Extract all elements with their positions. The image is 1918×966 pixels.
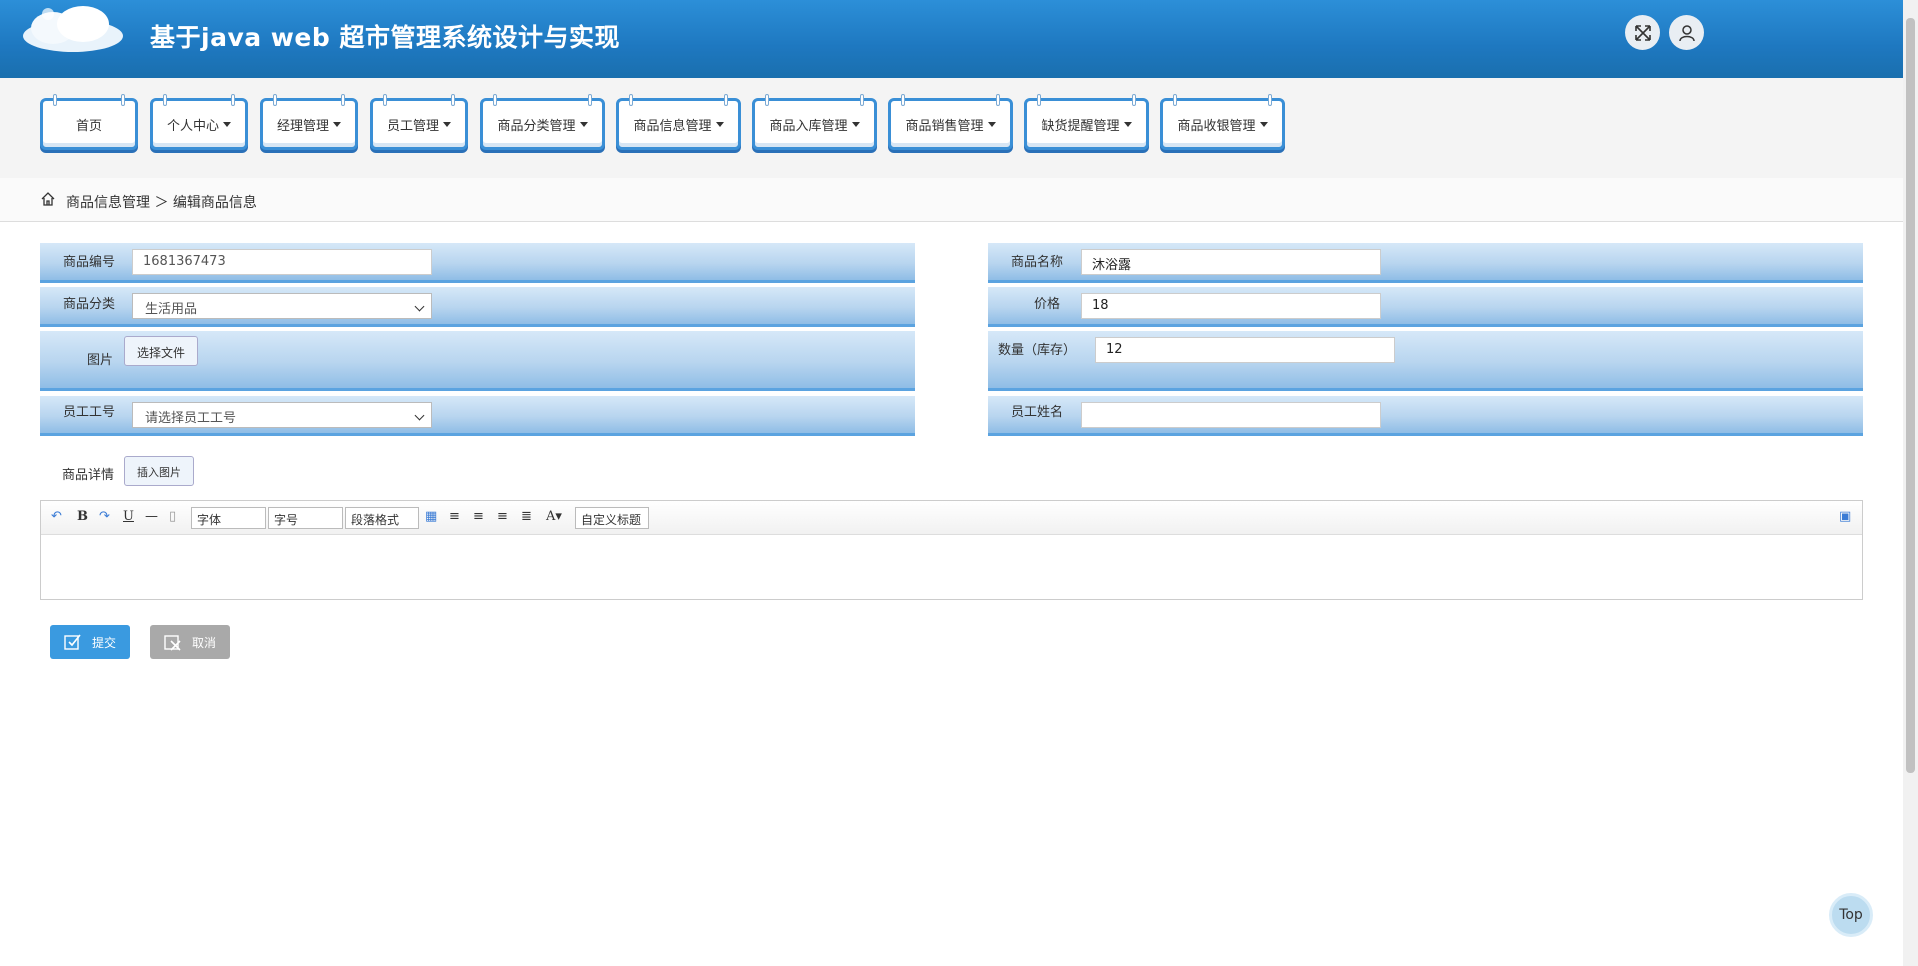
nav-item-sales[interactable]: 商品销售管理: [888, 94, 1013, 150]
main-nav: 首页 个人中心 经理管理 员工管理 商品分类管理 商品信息管理 商品入库管理 商…: [0, 78, 1903, 178]
price-input[interactable]: 18: [1081, 293, 1381, 319]
cloud-logo-icon: [23, 6, 123, 52]
editor-toolbar: ↶ B ↷ U — ▯ 字体 字号 段落格式 ▦ ≡ ≡ ≡ ≣ A▾ 自定义标…: [41, 501, 1862, 535]
nav-item-shortage[interactable]: 缺货提醒管理: [1024, 94, 1149, 150]
align-center-icon[interactable]: ≡: [497, 509, 508, 524]
category-select[interactable]: 生活用品: [132, 293, 432, 319]
nav-item-profile[interactable]: 个人中心: [150, 94, 248, 150]
form-row-staffname: 员工姓名: [988, 396, 1863, 436]
form-row-staffno: 员工工号 请选择员工工号: [40, 396, 915, 436]
align-left-icon[interactable]: ≡: [449, 509, 460, 524]
cancel-button[interactable]: 取消: [150, 625, 230, 659]
code-label: 商品编号: [63, 255, 116, 270]
user-button[interactable]: [1669, 15, 1704, 50]
size-select[interactable]: 字号: [268, 507, 343, 529]
app-title: 基于java web 超市管理系统设计与实现: [150, 23, 620, 52]
close-square-icon: [164, 635, 181, 651]
staffno-select[interactable]: 请选择员工工号: [132, 402, 432, 428]
page-icon[interactable]: ▯: [169, 509, 176, 524]
staffno-label: 员工工号: [63, 405, 116, 420]
justify-icon[interactable]: ≣: [521, 509, 532, 524]
table-icon[interactable]: ▦: [425, 509, 437, 524]
horizontal-rule-icon[interactable]: —: [145, 509, 158, 524]
rich-text-editor: ↶ B ↷ U — ▯ 字体 字号 段落格式 ▦ ≡ ≡ ≡ ≣ A▾ 自定义标…: [40, 500, 1863, 600]
custom-title-select[interactable]: 自定义标题: [575, 507, 649, 529]
caret-down-icon: [1123, 121, 1132, 127]
caret-down-icon: [1259, 121, 1268, 127]
breadcrumb-text: 商品信息管理 ＞ 编辑商品信息: [66, 195, 257, 211]
nav-item-goods[interactable]: 商品信息管理: [616, 94, 741, 150]
check-square-icon: [64, 634, 81, 650]
breadcrumb: 商品信息管理 ＞ 编辑商品信息: [0, 178, 1903, 222]
bold-icon[interactable]: B: [77, 509, 88, 524]
scrollbar-thumb[interactable]: [1906, 18, 1915, 773]
code-input[interactable]: 1681367473: [132, 249, 432, 275]
nav-item-managers[interactable]: 经理管理: [260, 94, 358, 150]
staffname-input[interactable]: [1081, 402, 1381, 428]
form-row-code: 商品编号 1681367473: [40, 243, 915, 283]
font-select[interactable]: 字体: [191, 507, 266, 529]
caret-down-icon: [579, 121, 588, 127]
fullscreen-button[interactable]: [1625, 15, 1660, 50]
detail-label: 商品详情: [62, 468, 115, 483]
nav-item-staff[interactable]: 员工管理: [370, 94, 468, 150]
caret-down-icon: [851, 121, 860, 127]
redo-icon[interactable]: ↷: [99, 509, 110, 524]
caret-down-icon: [443, 121, 451, 127]
nav-item-category[interactable]: 商品分类管理: [480, 94, 605, 150]
staffname-label: 员工姓名: [1011, 405, 1064, 420]
fullscreen-icon: [1634, 24, 1651, 41]
source-icon[interactable]: ▣: [1839, 509, 1851, 524]
caret-down-icon: [987, 121, 996, 127]
form-row-price: 价格 18: [988, 287, 1863, 327]
back-to-top-button[interactable]: Top: [1829, 893, 1873, 937]
form-row-category: 商品分类 生活用品: [40, 287, 915, 327]
nav-item-stock-in[interactable]: 商品入库管理: [752, 94, 877, 150]
qty-label: 数量（库存）: [998, 343, 1077, 358]
header-bar: 基于java web 超市管理系统设计与实现: [0, 0, 1903, 78]
caret-down-icon: [715, 121, 724, 127]
qty-input[interactable]: 12: [1095, 337, 1395, 363]
form-row-image: 图片 选择文件: [40, 331, 915, 391]
category-label: 商品分类: [63, 297, 116, 312]
underline-icon[interactable]: U: [123, 509, 134, 524]
choose-file-button[interactable]: 选择文件: [124, 336, 199, 366]
form-row-qty: 数量（库存） 12: [988, 331, 1863, 391]
home-icon[interactable]: [40, 191, 56, 207]
image-label: 图片: [87, 353, 114, 368]
user-icon: [1678, 24, 1695, 41]
undo-icon[interactable]: ↶: [51, 509, 62, 524]
insert-image-button[interactable]: 插入图片: [124, 456, 194, 486]
paragraph-select[interactable]: 段落格式: [345, 507, 419, 529]
nav-item-home[interactable]: 首页: [40, 94, 138, 150]
price-label: 价格: [1034, 297, 1061, 312]
nav-item-cashier[interactable]: 商品收银管理: [1160, 94, 1285, 150]
submit-button[interactable]: 提交: [50, 625, 130, 659]
caret-down-icon: [223, 121, 231, 127]
form-row-name: 商品名称 沐浴露: [988, 243, 1863, 283]
align-right-icon[interactable]: ≡: [473, 509, 484, 524]
name-input[interactable]: 沐浴露: [1081, 249, 1381, 275]
caret-down-icon: [333, 121, 341, 127]
name-label: 商品名称: [1011, 255, 1064, 270]
font-color-icon[interactable]: A▾: [546, 509, 562, 524]
